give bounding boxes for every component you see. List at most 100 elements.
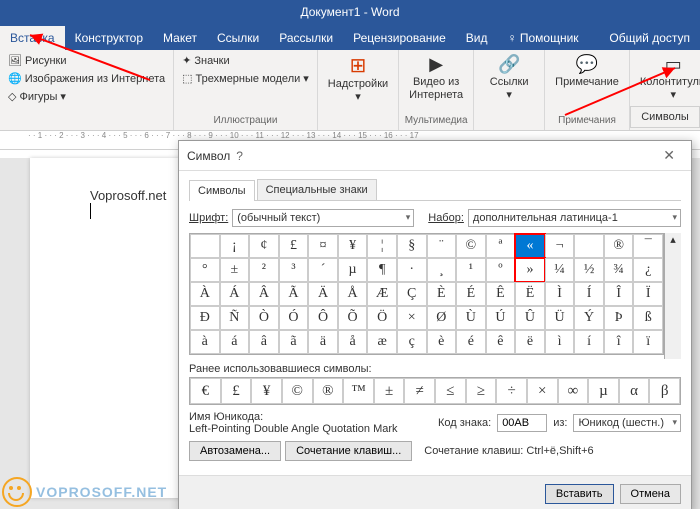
char-cell[interactable]: °: [190, 258, 220, 282]
shapes-button[interactable]: ◇Фигуры ▾: [4, 88, 169, 105]
char-cell[interactable]: É: [456, 282, 486, 306]
char-cell[interactable]: Ø: [427, 306, 457, 330]
char-cell[interactable]: ¥: [338, 234, 368, 258]
recent-char-cell[interactable]: €: [190, 378, 221, 404]
grid-scrollbar[interactable]: ▴: [664, 233, 681, 359]
char-cell[interactable]: ¼: [545, 258, 575, 282]
insert-button[interactable]: Вставить: [545, 484, 614, 504]
char-cell[interactable]: ©: [456, 234, 486, 258]
char-cell[interactable]: Ü: [545, 306, 575, 330]
char-cell[interactable]: À: [190, 282, 220, 306]
char-cell[interactable]: ¿: [633, 258, 663, 282]
char-cell[interactable]: È: [427, 282, 457, 306]
recent-char-cell[interactable]: ±: [374, 378, 405, 404]
char-cell[interactable]: Æ: [367, 282, 397, 306]
char-cell[interactable]: [190, 234, 220, 258]
recent-char-cell[interactable]: ≤: [435, 378, 466, 404]
char-cell[interactable]: ¤: [308, 234, 338, 258]
char-cell[interactable]: Û: [515, 306, 545, 330]
char-cell[interactable]: î: [604, 330, 634, 354]
dialog-close-icon[interactable]: ✕: [655, 147, 683, 164]
char-cell[interactable]: ¨: [427, 234, 457, 258]
char-cell[interactable]: «: [515, 234, 545, 258]
char-cell[interactable]: ¶: [367, 258, 397, 282]
recent-char-cell[interactable]: β: [649, 378, 680, 404]
recent-char-cell[interactable]: ∞: [558, 378, 589, 404]
char-cell[interactable]: ¡: [220, 234, 250, 258]
tab-design[interactable]: Конструктор: [65, 26, 153, 50]
char-cell[interactable]: Ä: [308, 282, 338, 306]
char-cell[interactable]: ±: [220, 258, 250, 282]
dlg-tab-special[interactable]: Специальные знаки: [257, 179, 377, 200]
char-cell[interactable]: Î: [604, 282, 634, 306]
recent-char-cell[interactable]: ÷: [496, 378, 527, 404]
font-select[interactable]: (обычный текст): [232, 209, 414, 227]
char-cell[interactable]: Ú: [486, 306, 516, 330]
char-cell[interactable]: ²: [249, 258, 279, 282]
char-cell[interactable]: ¯: [633, 234, 663, 258]
dialog-title-bar[interactable]: Символ ? ✕: [179, 141, 691, 171]
char-cell[interactable]: »: [515, 258, 545, 282]
recent-char-cell[interactable]: ®: [313, 378, 344, 404]
addins-button[interactable]: ⊞Надстройки▾: [322, 52, 394, 106]
char-cell[interactable]: ¾: [604, 258, 634, 282]
char-cell[interactable]: Ð: [190, 306, 220, 330]
char-cell[interactable]: ·: [397, 258, 427, 282]
char-cell[interactable]: å: [338, 330, 368, 354]
recent-char-cell[interactable]: ≥: [466, 378, 497, 404]
recent-grid[interactable]: €£¥©®™±≠≤≥÷×∞µαβ: [189, 377, 681, 405]
char-cell[interactable]: Ó: [279, 306, 309, 330]
char-cell[interactable]: Ç: [397, 282, 427, 306]
char-cell[interactable]: é: [456, 330, 486, 354]
char-cell[interactable]: ß: [633, 306, 663, 330]
recent-char-cell[interactable]: α: [619, 378, 650, 404]
dlg-tab-symbols[interactable]: Символы: [189, 180, 255, 201]
char-cell[interactable]: ½: [574, 258, 604, 282]
links-button[interactable]: 🔗Ссылки▾: [478, 52, 540, 104]
share-button[interactable]: Общий доступ: [599, 26, 700, 50]
cancel-button[interactable]: Отмена: [620, 484, 681, 504]
char-cell[interactable]: ¸: [427, 258, 457, 282]
online-pictures-button[interactable]: 🌐Изображения из Интернета: [4, 70, 169, 87]
tab-view[interactable]: Вид: [456, 26, 498, 50]
char-cell[interactable]: í: [574, 330, 604, 354]
tab-tell-me[interactable]: ♀ Помощник: [498, 26, 589, 50]
char-cell[interactable]: è: [427, 330, 457, 354]
char-cell[interactable]: Ö: [367, 306, 397, 330]
comment-button[interactable]: 💬Примечание: [549, 52, 625, 91]
char-cell[interactable]: ï: [633, 330, 663, 354]
online-video-button[interactable]: ▶Видео из Интернета: [403, 52, 469, 104]
char-cell[interactable]: Ô: [308, 306, 338, 330]
char-cell[interactable]: Ò: [249, 306, 279, 330]
char-cell[interactable]: ×: [397, 306, 427, 330]
tab-references[interactable]: Ссылки: [207, 26, 269, 50]
char-cell[interactable]: ¢: [249, 234, 279, 258]
from-select[interactable]: Юникод (шестн.): [573, 414, 681, 432]
character-grid[interactable]: ¡¢£¤¥¦§¨©ª«¬­®¯°±²³´µ¶·¸¹º»¼½¾¿ÀÁÂÃÄÅÆÇÈ…: [189, 233, 664, 355]
char-cell[interactable]: Í: [574, 282, 604, 306]
autocorrect-button[interactable]: Автозамена...: [189, 441, 281, 461]
tab-review[interactable]: Рецензирование: [343, 26, 456, 50]
code-input[interactable]: [497, 414, 547, 432]
dialog-help-icon[interactable]: ?: [230, 149, 249, 163]
char-cell[interactable]: æ: [367, 330, 397, 354]
char-cell[interactable]: ä: [308, 330, 338, 354]
char-cell[interactable]: Â: [249, 282, 279, 306]
char-cell[interactable]: ³: [279, 258, 309, 282]
char-cell[interactable]: Ý: [574, 306, 604, 330]
char-cell[interactable]: ®: [604, 234, 634, 258]
char-cell[interactable]: ì: [545, 330, 575, 354]
char-cell[interactable]: â: [249, 330, 279, 354]
recent-char-cell[interactable]: £: [221, 378, 252, 404]
char-cell[interactable]: ´: [308, 258, 338, 282]
char-cell[interactable]: µ: [338, 258, 368, 282]
char-cell[interactable]: §: [397, 234, 427, 258]
shortcut-button[interactable]: Сочетание клавиш...: [285, 441, 412, 461]
char-cell[interactable]: Þ: [604, 306, 634, 330]
char-cell[interactable]: Ï: [633, 282, 663, 306]
recent-char-cell[interactable]: ¥: [251, 378, 282, 404]
tab-insert[interactable]: Вставка: [0, 26, 65, 50]
recent-char-cell[interactable]: ×: [527, 378, 558, 404]
char-cell[interactable]: £: [279, 234, 309, 258]
tab-layout[interactable]: Макет: [153, 26, 207, 50]
